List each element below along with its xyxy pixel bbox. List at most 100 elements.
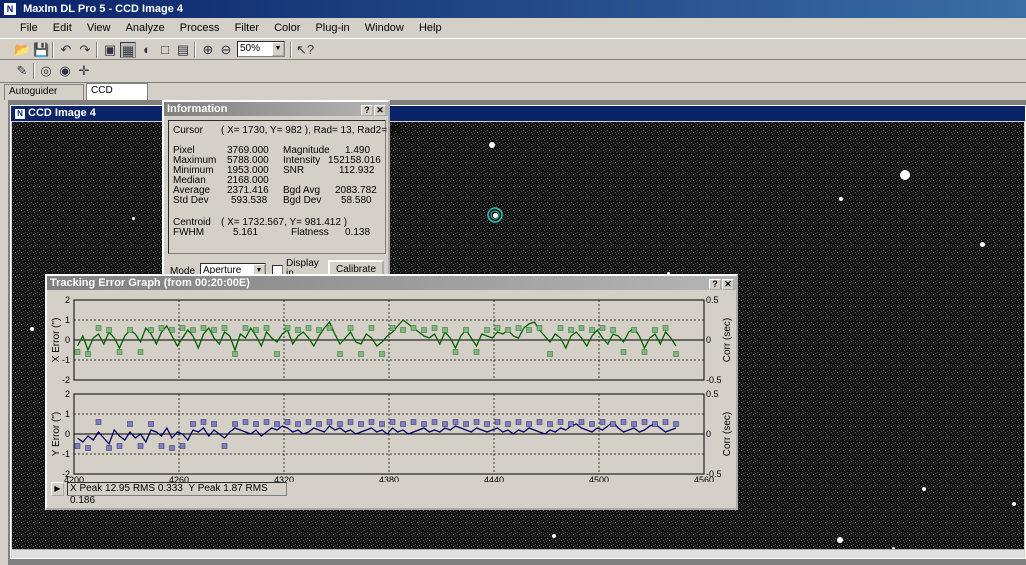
correction-marker [337, 351, 343, 357]
redo-icon[interactable]: ↷ [77, 42, 93, 58]
correction-marker [442, 421, 448, 427]
correction-marker [127, 327, 133, 333]
lock-icon[interactable]: □ [157, 42, 173, 58]
correction-marker [358, 421, 364, 427]
correction-marker [610, 327, 616, 333]
correction-marker [284, 325, 291, 331]
correction-marker [589, 421, 595, 427]
correction-marker [379, 351, 385, 357]
image-window-icon[interactable]: ▣ [102, 42, 118, 58]
information-title-bar[interactable]: Information ? ✕ [164, 102, 388, 116]
tab-autoguider-image[interactable]: Autoguider Image [4, 84, 84, 111]
correction-marker [200, 325, 207, 331]
correction-marker [116, 349, 123, 355]
menu-file[interactable]: File [14, 18, 44, 38]
correction-marker [610, 421, 616, 427]
close-icon[interactable]: ✕ [722, 279, 734, 290]
pencil-icon[interactable]: ✎ [14, 63, 30, 79]
telescope-icon[interactable]: ◉ [57, 63, 73, 79]
correction-marker [557, 325, 564, 331]
menu-filter[interactable]: Filter [229, 18, 265, 38]
star [980, 242, 985, 247]
correction-marker [463, 327, 469, 333]
zoom-select[interactable]: 50% ▼ [237, 41, 285, 57]
horizontal-scrollbar[interactable] [12, 549, 1024, 558]
correction-marker [536, 419, 543, 425]
tracking-title-bar[interactable]: Tracking Error Graph (from 00:20:00E) ? ✕ [47, 276, 736, 290]
y2-axis-label: Corr (sec) [722, 318, 733, 362]
correction-marker [400, 421, 406, 427]
image-window-title-text: CCD Image 4 [28, 107, 96, 119]
y2-axis-label: Corr (sec) [722, 412, 733, 456]
screen-stretch-icon[interactable]: ▦ [120, 42, 136, 58]
star [489, 142, 495, 148]
help-icon[interactable]: ? [361, 105, 373, 116]
correction-marker [410, 419, 417, 425]
save-icon[interactable]: 💾 [33, 42, 49, 58]
menu-help[interactable]: Help [413, 18, 448, 38]
correction-marker [337, 421, 343, 427]
title-bar: N MaxIm DL Pro 5 - CCD Image 4 [0, 0, 1026, 18]
correction-marker [442, 327, 448, 333]
camera-icon[interactable]: ▤ [175, 42, 191, 58]
close-icon[interactable]: ✕ [374, 105, 386, 116]
play-icon[interactable]: ▶ [51, 482, 64, 496]
menu-analyze[interactable]: Analyze [120, 18, 171, 38]
correction-marker [431, 325, 438, 331]
app-logo-icon: N [4, 3, 16, 16]
zoom-in-icon[interactable]: ⊕ [200, 42, 216, 58]
menu-process[interactable]: Process [174, 18, 226, 38]
menu-bar: File Edit View Analyze Process Filter Co… [0, 18, 1026, 38]
help-pointer-icon[interactable]: ↖? [296, 42, 314, 58]
correction-marker [253, 421, 259, 427]
y-axis-label: X Error (") [51, 318, 62, 363]
star [900, 170, 910, 180]
correction-marker [200, 419, 207, 425]
open-icon[interactable]: 📂 [14, 42, 30, 58]
correction-marker [116, 443, 123, 449]
correction-marker [316, 327, 322, 333]
correction-marker [547, 351, 553, 357]
correction-marker [158, 325, 165, 331]
tracking-error-chart: 2 1 0 -1 -2 0.5 0 -0.5 X Error (") Corr (sec) 2 1 0 -… [51, 295, 733, 482]
fwhm-label: FWHM [173, 227, 205, 238]
correction-marker [673, 351, 679, 357]
chevron-down-icon[interactable]: ▼ [272, 42, 284, 56]
correction-marker [410, 325, 417, 331]
flip-icon[interactable]: ◐ [139, 42, 155, 58]
menu-view[interactable]: View [81, 18, 117, 38]
x-peak-rms: X Peak 12.95 RMS 0.333 [70, 483, 183, 494]
correction-marker [620, 419, 627, 425]
menu-window[interactable]: Window [359, 18, 410, 38]
tab-ccd-image-4[interactable]: CCD Image 4 [86, 83, 148, 110]
correction-marker [347, 325, 354, 331]
toolbar-separator [52, 42, 54, 58]
correction-marker [494, 325, 501, 331]
correction-marker [515, 419, 522, 425]
information-title: Information [167, 103, 228, 115]
bgd-dev-label: Bgd Dev [283, 195, 322, 206]
correction-marker [232, 421, 238, 427]
menu-edit[interactable]: Edit [47, 18, 78, 38]
help-icon[interactable]: ? [709, 279, 721, 290]
menu-plugin[interactable]: Plug-in [309, 18, 355, 38]
x-tick-label: 4560 [694, 475, 714, 482]
y-tick-label: 1 [65, 409, 70, 419]
zoom-out-icon[interactable]: ⊖ [218, 42, 234, 58]
menu-color[interactable]: Color [268, 18, 306, 38]
correction-marker [526, 327, 532, 333]
snr-label: SNR [283, 165, 305, 176]
correction-marker [379, 421, 385, 427]
correction-marker [295, 421, 301, 427]
main-toolbar: 📂 💾 ↶ ↷ ▣ ▦ ◐ □ ▤ ⊕ ⊖ 50% ▼ ↖? [0, 38, 1026, 60]
correction-marker [662, 419, 669, 425]
observatory-icon[interactable]: ◎ [38, 63, 54, 79]
dialog-buttons: ? ✕ [360, 103, 386, 117]
dialog-buttons: ? ✕ [708, 277, 734, 291]
information-readout: Cursor ( X= 1730, Y= 982 ), Rad= 13, Rad… [168, 120, 401, 254]
crosshair-icon[interactable]: ✛ [76, 63, 92, 79]
correction-marker [221, 443, 228, 449]
undo-icon[interactable]: ↶ [58, 42, 74, 58]
x-tick-label: 4260 [169, 475, 189, 482]
window-title: MaxIm DL Pro 5 - CCD Image 4 [23, 3, 184, 15]
